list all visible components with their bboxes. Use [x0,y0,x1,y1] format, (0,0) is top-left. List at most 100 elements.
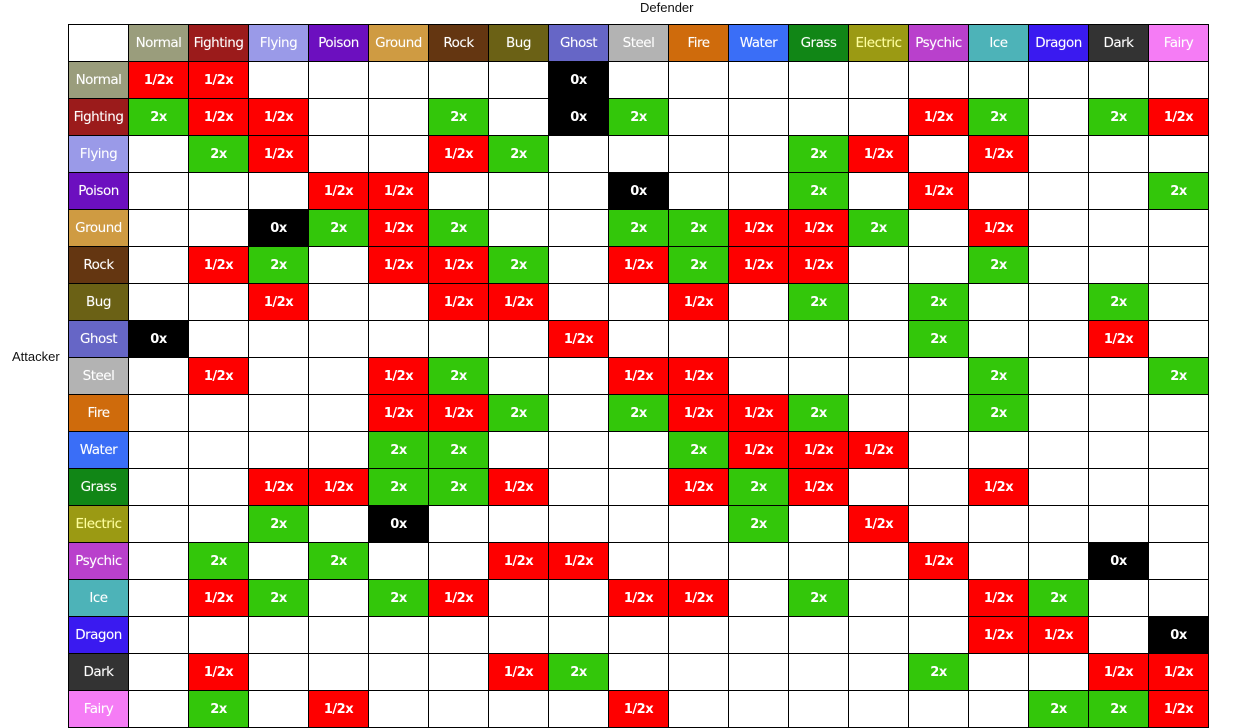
effectiveness-cell-bug-vs-fire: 1/2x [668,283,729,321]
effectiveness-cell-ghost-vs-ice [968,320,1029,358]
effectiveness-cell-ghost-vs-steel [608,320,669,358]
effectiveness-cell-dragon-vs-fire [668,616,729,654]
effectiveness-cell-flying-vs-ghost [548,135,609,173]
effectiveness-cell-electric-vs-dark [1088,505,1149,543]
effectiveness-cell-ground-vs-fire: 2x [668,209,729,247]
effectiveness-cell-poison-vs-psychic: 1/2x [908,172,969,210]
effectiveness-cell-grass-vs-steel [608,468,669,506]
effectiveness-cell-dark-vs-dragon [1028,653,1089,691]
effectiveness-cell-rock-vs-fighting: 1/2x [188,246,249,284]
attacker-header-dark: Dark [68,653,129,691]
effectiveness-cell-bug-vs-water [728,283,789,321]
effectiveness-cell-steel-vs-water [728,357,789,395]
effectiveness-cell-fighting-vs-steel: 2x [608,98,669,136]
effectiveness-cell-steel-vs-rock: 2x [428,357,489,395]
effectiveness-cell-water-vs-electric: 1/2x [848,431,909,469]
effectiveness-cell-fighting-vs-ground [368,98,429,136]
effectiveness-cell-fairy-vs-dark: 2x [1088,690,1149,728]
effectiveness-cell-fairy-vs-normal [128,690,189,728]
effectiveness-cell-ghost-vs-dragon [1028,320,1089,358]
effectiveness-cell-psychic-vs-fighting: 2x [188,542,249,580]
effectiveness-cell-normal-vs-flying [248,61,309,99]
effectiveness-cell-flying-vs-electric: 1/2x [848,135,909,173]
effectiveness-cell-steel-vs-grass [788,357,849,395]
effectiveness-cell-fairy-vs-steel: 1/2x [608,690,669,728]
effectiveness-cell-poison-vs-electric [848,172,909,210]
effectiveness-cell-ground-vs-dark [1088,209,1149,247]
effectiveness-cell-steel-vs-poison [308,357,369,395]
effectiveness-cell-electric-vs-ice [968,505,1029,543]
effectiveness-cell-ghost-vs-dark: 1/2x [1088,320,1149,358]
effectiveness-cell-rock-vs-poison [308,246,369,284]
effectiveness-cell-bug-vs-psychic: 2x [908,283,969,321]
effectiveness-cell-water-vs-fighting [188,431,249,469]
effectiveness-cell-psychic-vs-psychic: 1/2x [908,542,969,580]
effectiveness-cell-normal-vs-ice [968,61,1029,99]
effectiveness-cell-normal-vs-dark [1088,61,1149,99]
effectiveness-cell-grass-vs-bug: 1/2x [488,468,549,506]
effectiveness-cell-ice-vs-normal [128,579,189,617]
attacker-row-grass: Grass 1/2x 1/2x 2x 2x 1/2x 1/2x 2x 1/2x 1/2x [68,468,1209,506]
effectiveness-cell-flying-vs-fairy [1148,135,1209,173]
defender-header-fairy: Fairy [1148,24,1209,62]
effectiveness-cell-dragon-vs-steel [608,616,669,654]
effectiveness-cell-electric-vs-normal [128,505,189,543]
defender-header-fighting: Fighting [188,24,249,62]
effectiveness-cell-dark-vs-grass [788,653,849,691]
effectiveness-cell-dark-vs-rock [428,653,489,691]
attacker-header-grass: Grass [68,468,129,506]
effectiveness-cell-fighting-vs-normal: 2x [128,98,189,136]
effectiveness-cell-poison-vs-dragon [1028,172,1089,210]
effectiveness-cell-bug-vs-fighting [188,283,249,321]
effectiveness-cell-fairy-vs-fighting: 2x [188,690,249,728]
attacker-header-steel: Steel [68,357,129,395]
effectiveness-cell-dragon-vs-water [728,616,789,654]
effectiveness-cell-water-vs-normal [128,431,189,469]
effectiveness-cell-normal-vs-water [728,61,789,99]
effectiveness-cell-ghost-vs-normal: 0x [128,320,189,358]
effectiveness-cell-rock-vs-electric [848,246,909,284]
effectiveness-cell-ice-vs-bug [488,579,549,617]
effectiveness-cell-steel-vs-fairy: 2x [1148,357,1209,395]
effectiveness-cell-ground-vs-psychic [908,209,969,247]
effectiveness-cell-electric-vs-bug [488,505,549,543]
attacker-row-fairy: Fairy 2x 1/2x 1/2x 2x 2x 1/2x [68,690,1209,728]
attacker-row-psychic: Psychic 2x 2x 1/2x 1/2x 1/2x 0x [68,542,1209,580]
effectiveness-cell-grass-vs-fire: 1/2x [668,468,729,506]
effectiveness-cell-ice-vs-water [728,579,789,617]
effectiveness-cell-bug-vs-bug: 1/2x [488,283,549,321]
effectiveness-cell-ground-vs-ice: 1/2x [968,209,1029,247]
effectiveness-cell-dragon-vs-dragon: 1/2x [1028,616,1089,654]
attacker-header-fighting: Fighting [68,98,129,136]
effectiveness-cell-electric-vs-steel [608,505,669,543]
defender-header-dragon: Dragon [1028,24,1089,62]
attacker-row-fire: Fire 1/2x 1/2x 2x 2x 1/2x 1/2x 2x 2x [68,394,1209,432]
effectiveness-cell-dragon-vs-fairy: 0x [1148,616,1209,654]
effectiveness-cell-electric-vs-grass [788,505,849,543]
defender-header-electric: Electric [848,24,909,62]
effectiveness-cell-bug-vs-grass: 2x [788,283,849,321]
effectiveness-cell-normal-vs-psychic [908,61,969,99]
effectiveness-cell-ice-vs-psychic [908,579,969,617]
effectiveness-cell-electric-vs-fire [668,505,729,543]
effectiveness-cell-fairy-vs-dragon: 2x [1028,690,1089,728]
effectiveness-cell-dark-vs-water [728,653,789,691]
effectiveness-cell-flying-vs-fighting: 2x [188,135,249,173]
effectiveness-cell-bug-vs-ice [968,283,1029,321]
effectiveness-cell-fire-vs-dragon [1028,394,1089,432]
effectiveness-cell-ice-vs-flying: 2x [248,579,309,617]
effectiveness-cell-electric-vs-rock [428,505,489,543]
effectiveness-cell-bug-vs-rock: 1/2x [428,283,489,321]
effectiveness-cell-ground-vs-grass: 1/2x [788,209,849,247]
effectiveness-cell-flying-vs-flying: 1/2x [248,135,309,173]
effectiveness-cell-ground-vs-bug [488,209,549,247]
effectiveness-cell-dragon-vs-poison [308,616,369,654]
effectiveness-cell-poison-vs-poison: 1/2x [308,172,369,210]
effectiveness-cell-dark-vs-bug: 1/2x [488,653,549,691]
defender-header-water: Water [728,24,789,62]
effectiveness-cell-water-vs-fire: 2x [668,431,729,469]
effectiveness-cell-ground-vs-flying: 0x [248,209,309,247]
effectiveness-cell-steel-vs-ghost [548,357,609,395]
effectiveness-cell-grass-vs-dragon [1028,468,1089,506]
attacker-row-dragon: Dragon 1/2x 1/2x 0x [68,616,1209,654]
